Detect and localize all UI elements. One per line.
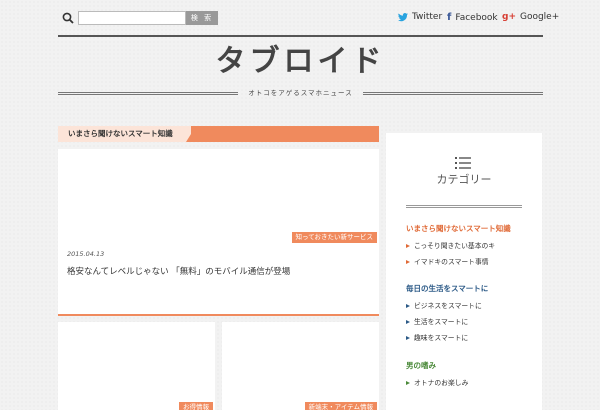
logo-text: タブロイド — [215, 44, 386, 79]
list-icon — [455, 157, 471, 169]
search-button[interactable]: 検 索 — [186, 11, 218, 25]
section-title: いまさら聞けないスマート知識 — [68, 129, 173, 138]
bullet-arrow-icon — [406, 244, 410, 248]
search-input[interactable] — [78, 11, 186, 25]
category-heading-smart-knowledge[interactable]: いまさら聞けないスマート知識 — [406, 223, 511, 234]
tagline-rule-left — [58, 92, 238, 95]
category-link[interactable]: こっそり聞きたい基本のキ — [406, 240, 495, 250]
google-plus-icon: g+ — [502, 12, 516, 22]
category-link[interactable]: 趣味をスマートに — [406, 332, 468, 342]
article-title[interactable]: 格安なんてレベルじゃない 「無料」のモバイル通信が登場 — [67, 265, 290, 277]
bullet-arrow-icon — [406, 304, 410, 308]
category-link-label: オトナのお楽しみ — [414, 379, 469, 387]
category-link-label: 趣味をスマートに — [414, 334, 469, 342]
search-icon[interactable] — [62, 12, 74, 24]
article-date: 2015.04.13 — [67, 250, 105, 258]
category-heading-mens-taste[interactable]: 男の嗜み — [406, 360, 436, 371]
google-plus-label: Google+ — [519, 12, 560, 22]
facebook-link[interactable]: f Facebook — [447, 12, 498, 23]
article-card[interactable]: 新端末・アイテム情報 — [222, 322, 379, 410]
site-tagline: オトコをアゲるスマホニュース — [248, 89, 353, 97]
twitter-link[interactable]: Twitter — [398, 12, 442, 22]
section-heading-slant — [186, 126, 196, 142]
facebook-label: Facebook — [455, 12, 498, 23]
article-card[interactable]: お得情報 — [58, 322, 215, 410]
google-plus-link[interactable]: g+ Google+ — [502, 12, 559, 22]
facebook-icon: f — [447, 12, 452, 23]
section-heading: いまさら聞けないスマート知識 — [58, 126, 379, 142]
category-sidebar: カテゴリー いまさら聞けないスマート知識 こっそり聞きたい基本のキ イマドキのス… — [386, 133, 542, 410]
featured-article-card[interactable]: 知っておきたい新サービス 2015.04.13 格安なんてレベルじゃない 「無料… — [58, 149, 379, 316]
category-link-label: ビジネスをスマートに — [414, 302, 482, 310]
category-badge[interactable]: お得情報 — [179, 402, 213, 410]
header-bar: 検 索 Twitter f Facebook g+ Google+ — [58, 8, 559, 30]
sidebar-title: カテゴリー — [436, 173, 492, 186]
category-link[interactable]: イマドキのスマート事情 — [406, 256, 489, 266]
bullet-arrow-icon — [406, 320, 410, 324]
section-heading-bar — [191, 126, 379, 142]
category-link-label: 生活をスマートに — [414, 318, 469, 326]
header-divider — [58, 35, 543, 37]
tagline-row: オトコをアゲるスマホニュース — [58, 88, 543, 98]
bullet-arrow-icon — [406, 381, 410, 385]
category-link[interactable]: オトナのお楽しみ — [406, 377, 468, 387]
category-link[interactable]: 生活をスマートに — [406, 316, 468, 326]
sidebar-divider — [406, 205, 522, 208]
category-badge[interactable]: 知っておきたい新サービス — [291, 232, 377, 243]
category-link[interactable]: ビジネスをスマートに — [406, 300, 482, 310]
category-link-label: こっそり聞きたい基本のキ — [414, 242, 496, 250]
bullet-arrow-icon — [406, 336, 410, 340]
tagline-rule-right — [363, 92, 543, 95]
category-link-label: イマドキのスマート事情 — [414, 258, 489, 266]
twitter-label: Twitter — [412, 12, 443, 22]
bullet-arrow-icon — [406, 260, 410, 264]
twitter-icon — [398, 12, 408, 21]
category-badge[interactable]: 新端末・アイテム情報 — [304, 402, 377, 410]
site-logo[interactable]: タブロイド — [58, 42, 543, 82]
category-heading-daily-life[interactable]: 毎日の生活をスマートに — [406, 283, 488, 294]
